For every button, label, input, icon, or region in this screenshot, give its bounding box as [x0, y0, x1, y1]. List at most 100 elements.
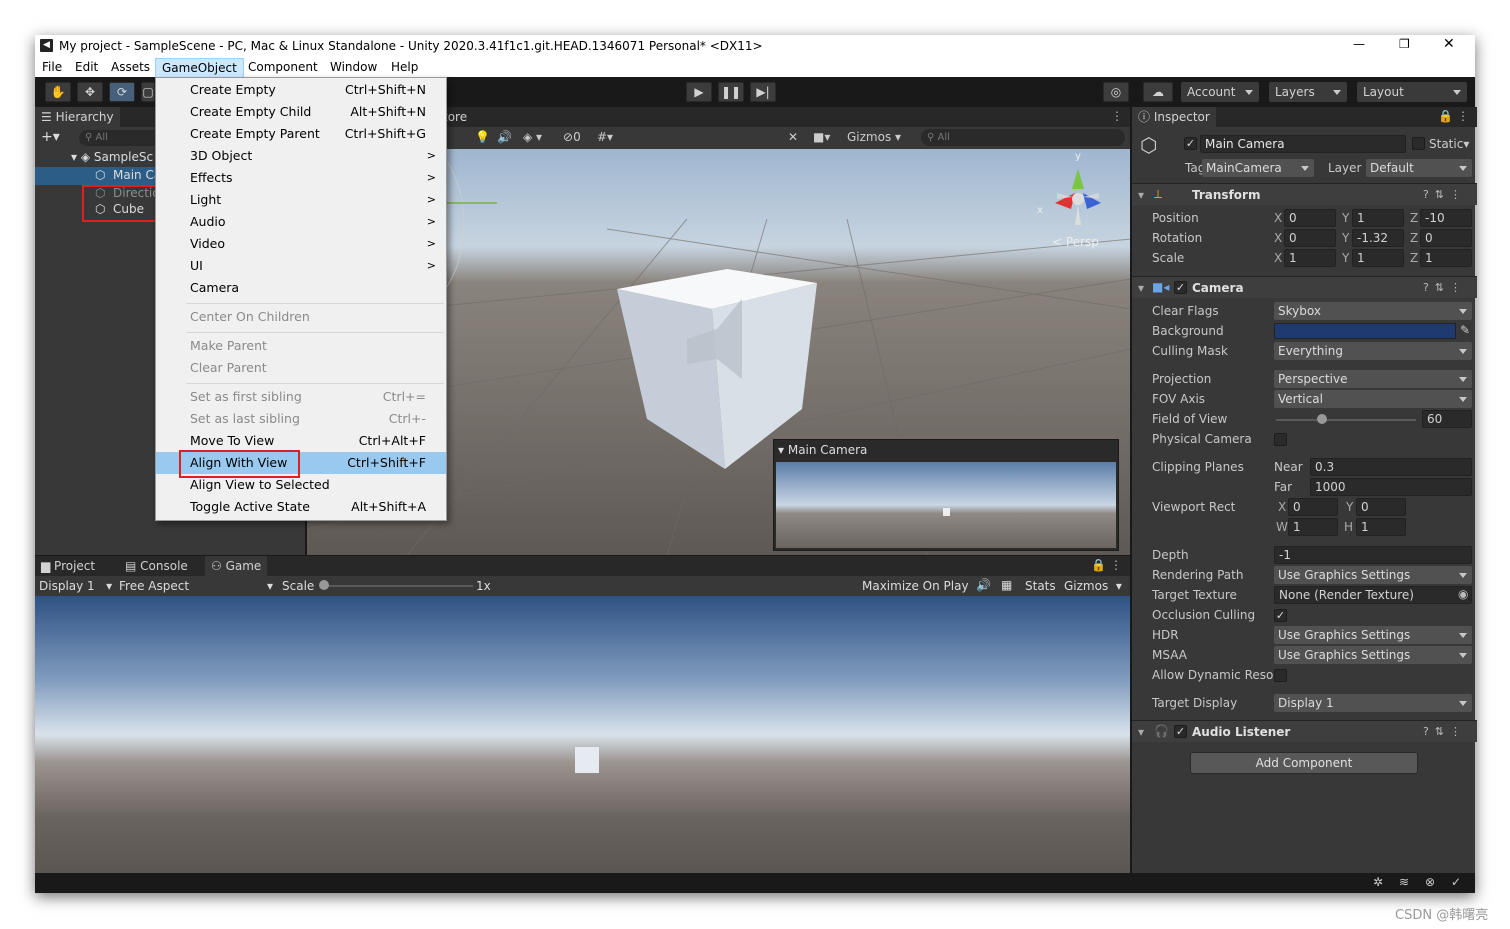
occlusion-culling-checkbox[interactable]: ✓ [1274, 609, 1287, 622]
rotate-tool-icon[interactable]: ⟳ [109, 82, 135, 102]
step-button[interactable]: ▶| [750, 82, 776, 102]
scale-slider-track[interactable] [323, 585, 473, 587]
menu-item-ui[interactable]: UI > [156, 255, 446, 277]
layout-dropdown[interactable]: Layout [1357, 82, 1467, 102]
target-texture-field[interactable]: None (Render Texture) [1274, 586, 1472, 604]
mute-audio-icon[interactable]: 🔊 [976, 578, 991, 592]
rotation-y-field[interactable]: -1.32 [1352, 229, 1404, 247]
menu-edit[interactable]: Edit [75, 60, 98, 74]
menu-item-move-to-view[interactable]: Move To View Ctrl+Alt+F [156, 430, 446, 452]
menu-item-light[interactable]: Light > [156, 189, 446, 211]
menu-item-toggle-active-state[interactable]: Toggle Active State Alt+Shift+A [156, 496, 446, 518]
scale-tool-icon[interactable]: ▢ [141, 82, 155, 102]
culling-mask-dropdown[interactable]: Everything [1274, 342, 1472, 360]
menu-item-video[interactable]: Video > [156, 233, 446, 255]
position-z-field[interactable]: -10 [1420, 209, 1472, 227]
tab-console[interactable]: ▤ Console [119, 556, 194, 576]
stats-toggle[interactable]: Stats [1025, 579, 1056, 593]
static-checkbox[interactable] [1412, 137, 1425, 150]
camera-enabled-checkbox[interactable]: ✓ [1174, 281, 1187, 294]
menu-item-3d-object[interactable]: 3D Object > [156, 145, 446, 167]
add-icon[interactable]: +▾ [41, 129, 60, 145]
layers-dropdown[interactable]: Layers [1269, 82, 1347, 102]
grid-icon[interactable]: ▦ [1001, 578, 1012, 592]
menu-item-set-last-sibling[interactable]: Set as last sibling Ctrl+- [156, 408, 446, 430]
target-display-dropdown[interactable]: Display 1 [1274, 694, 1472, 712]
cloud-icon[interactable]: ☁ [1143, 82, 1173, 102]
menu-item-make-parent[interactable]: Make Parent [156, 335, 446, 357]
check-circle-icon[interactable]: ✓ [1451, 875, 1461, 889]
menu-window[interactable]: Window [330, 60, 377, 74]
viewport-y-field[interactable]: 0 [1356, 498, 1406, 516]
close-button[interactable]: ✕ [1443, 36, 1455, 52]
clear-flags-dropdown[interactable]: Skybox [1274, 302, 1472, 320]
maximize-on-play-toggle[interactable]: Maximize On Play [862, 579, 969, 593]
component-menu-icons[interactable]: ?⇅⋮ [1423, 725, 1467, 738]
viewport-w-field[interactable]: 1 [1288, 518, 1338, 536]
component-menu-icons[interactable]: ?⇅⋮ [1423, 281, 1467, 294]
game-view[interactable] [35, 596, 1130, 873]
fov-slider-track[interactable] [1276, 419, 1416, 421]
list-item-main-camera[interactable]: ⬡ Main Ca [35, 167, 165, 185]
lock-icon[interactable]: 🔒 [1091, 558, 1106, 572]
eyedropper-icon[interactable]: ✎ [1460, 323, 1470, 337]
orientation-gizmo-icon[interactable] [1037, 153, 1127, 233]
camera-header[interactable]: ▾ ■◂ ✓ Camera ?⇅⋮ [1132, 276, 1477, 298]
audio-listener-header[interactable]: ▾ 🎧 ✓ Audio Listener ?⇅⋮ [1132, 720, 1477, 742]
tab-hierarchy[interactable]: ☰ Hierarchy [35, 107, 120, 127]
viewport-x-field[interactable]: 0 [1288, 498, 1338, 516]
lighting-icon[interactable]: 💡 [475, 130, 490, 144]
audio-listener-checkbox[interactable]: ✓ [1174, 725, 1187, 738]
physical-camera-checkbox[interactable] [1274, 433, 1287, 446]
account-dropdown[interactable]: Account [1181, 82, 1259, 102]
menu-item-create-empty[interactable]: Create Empty Ctrl+Shift+N [156, 79, 446, 101]
lock-icon[interactable]: 🔒 [1438, 109, 1453, 123]
rotation-x-field[interactable]: 0 [1284, 229, 1336, 247]
near-field[interactable]: 0.3 [1310, 458, 1472, 476]
visibility-icon[interactable]: ⊘0 [563, 130, 581, 144]
camera-icon[interactable]: ■▾ [813, 130, 830, 144]
active-checkbox[interactable]: ✓ [1184, 137, 1197, 150]
menu-item-camera[interactable]: Camera [156, 277, 446, 299]
fov-field[interactable]: 60 [1422, 410, 1472, 428]
background-color-swatch[interactable] [1274, 323, 1456, 339]
position-x-field[interactable]: 0 [1284, 209, 1336, 227]
more-options-icon[interactable]: ⋮ [1457, 109, 1469, 123]
layers-icon[interactable]: ≋ [1399, 875, 1409, 889]
menu-item-effects[interactable]: Effects > [156, 167, 446, 189]
audio-icon[interactable]: 🔊 [497, 130, 512, 144]
move-tool-icon[interactable]: ✥ [77, 82, 103, 102]
component-menu-icons[interactable]: ?⇅⋮ [1423, 188, 1467, 201]
play-button[interactable]: ▶ [686, 82, 712, 102]
menu-component[interactable]: Component [248, 60, 318, 74]
restore-button[interactable]: ❐ [1399, 37, 1410, 51]
position-y-field[interactable]: 1 [1352, 209, 1404, 227]
scale-slider-knob[interactable] [319, 580, 329, 590]
rotation-z-field[interactable]: 0 [1420, 229, 1472, 247]
menu-item-set-first-sibling[interactable]: Set as first sibling Ctrl+= [156, 386, 446, 408]
allow-dynamic-checkbox[interactable] [1274, 669, 1287, 682]
depth-field[interactable]: -1 [1274, 546, 1472, 564]
aspect-dropdown[interactable]: Free Aspect ▾ [119, 579, 273, 593]
persp-label[interactable]: < Persp [1052, 235, 1099, 249]
display-dropdown[interactable]: Display 1 ▾ [39, 579, 112, 593]
projection-dropdown[interactable]: Perspective [1274, 370, 1472, 388]
more-options-icon[interactable]: ⋮ [1110, 558, 1122, 572]
pause-button[interactable]: ❚❚ [718, 82, 744, 102]
collab-icon[interactable]: ◎ [1103, 82, 1129, 102]
hdr-dropdown[interactable]: Use Graphics Settings [1274, 626, 1472, 644]
scene-search[interactable]: ⚲ All [921, 129, 1125, 146]
tab-game[interactable]: ⚇ Game [205, 556, 268, 576]
tab-project[interactable]: ▆ Project [35, 556, 101, 576]
add-component-button[interactable]: Add Component [1190, 752, 1418, 774]
scale-y-field[interactable]: 1 [1352, 249, 1404, 267]
more-options-icon[interactable]: ⋮ [1111, 109, 1123, 123]
fov-slider-knob[interactable] [1317, 414, 1328, 424]
bug-off-icon[interactable]: ✲ [1373, 875, 1383, 889]
minimize-button[interactable]: — [1353, 37, 1365, 51]
tab-inspector[interactable]: ⓘ Inspector [1132, 107, 1216, 127]
menu-item-create-empty-child[interactable]: Create Empty Child Alt+Shift+N [156, 101, 446, 123]
menu-item-clear-parent[interactable]: Clear Parent [156, 357, 446, 379]
static-dropdown[interactable]: Static▾ [1429, 137, 1469, 151]
far-field[interactable]: 1000 [1310, 478, 1472, 496]
